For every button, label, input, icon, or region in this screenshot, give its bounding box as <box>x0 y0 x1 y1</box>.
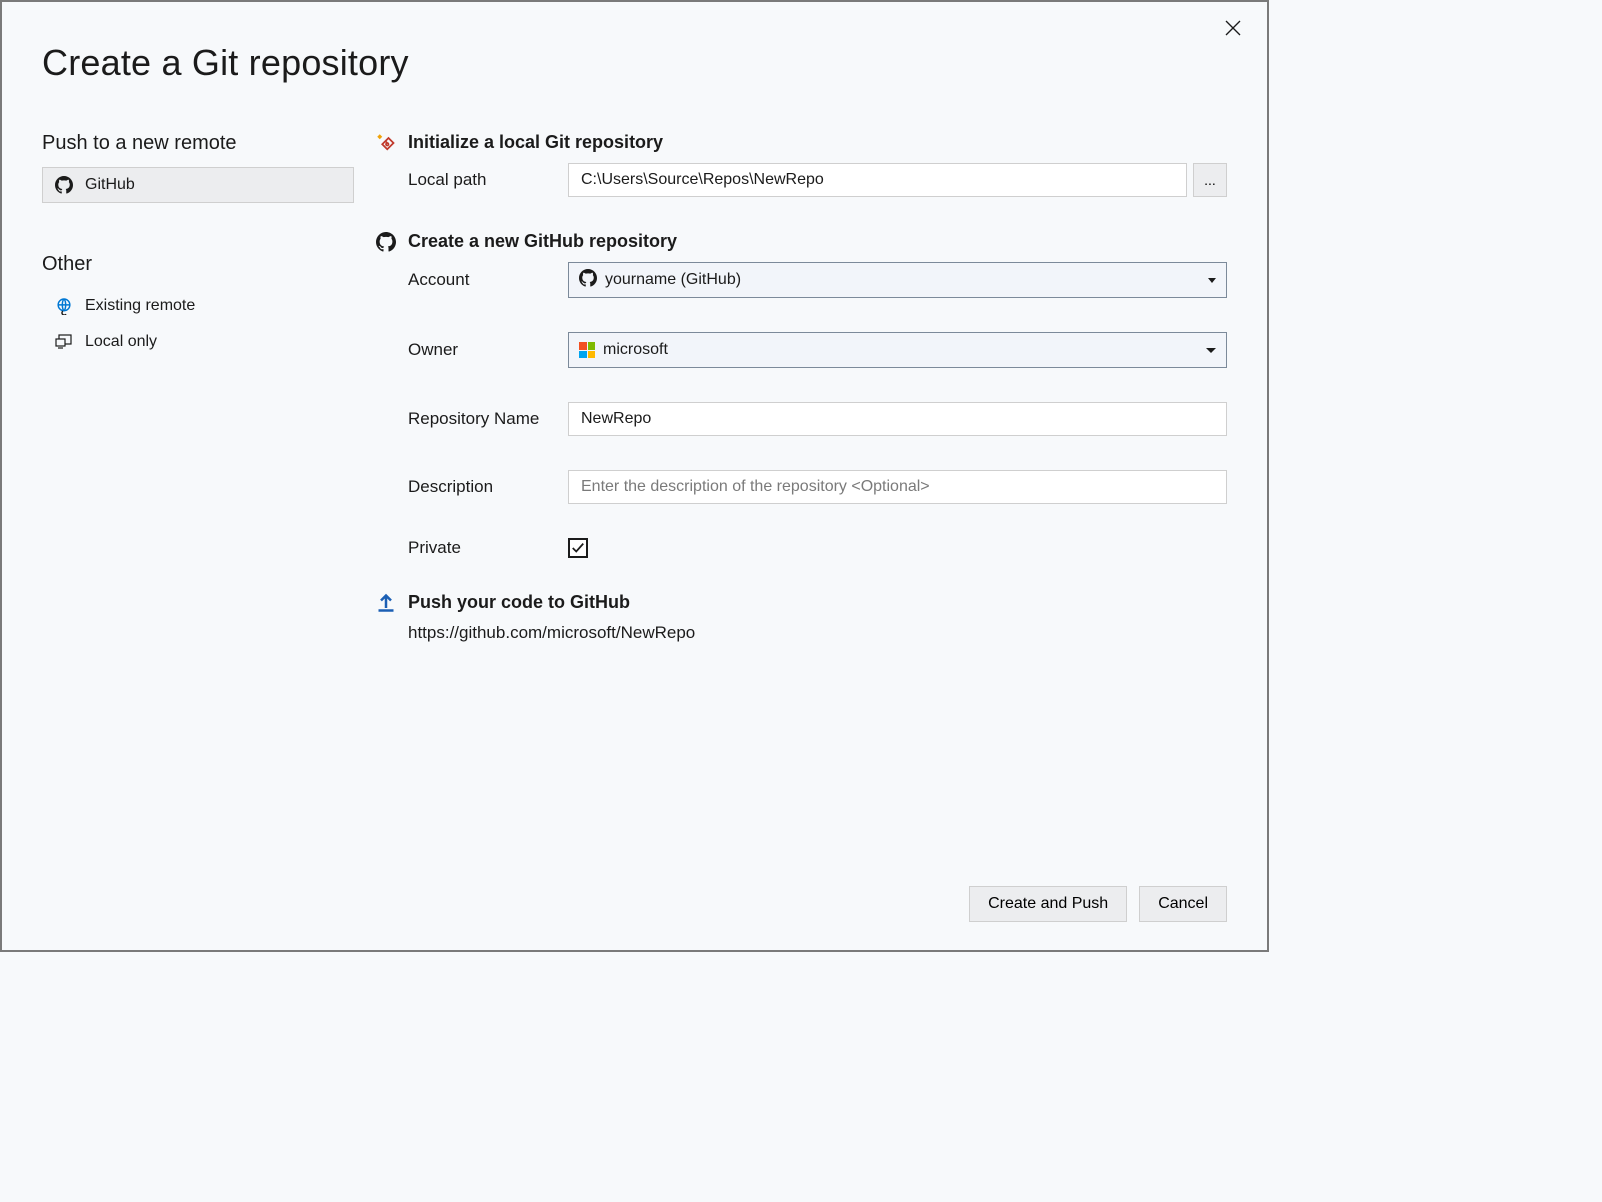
git-init-icon <box>374 133 398 153</box>
owner-dropdown[interactable]: microsoft <box>568 332 1227 368</box>
browse-button[interactable]: ... <box>1193 163 1227 197</box>
github-icon <box>53 176 75 194</box>
check-icon <box>571 541 585 555</box>
page-title: Create a Git repository <box>42 42 1267 84</box>
caret-down-icon <box>1206 341 1216 359</box>
main-panel: Initialize a local Git repository Local … <box>354 132 1267 643</box>
description-label: Description <box>408 477 568 497</box>
section-title: Create a new GitHub repository <box>408 231 677 252</box>
sidebar-heading-push: Push to a new remote <box>42 132 354 155</box>
sidebar-heading-other: Other <box>42 253 354 276</box>
close-icon <box>1225 20 1241 36</box>
section-push: Push your code to GitHub <box>374 592 1227 613</box>
upload-icon <box>374 593 398 613</box>
globe-link-icon <box>53 297 75 315</box>
account-label: Account <box>408 270 568 290</box>
close-button[interactable] <box>1225 20 1245 40</box>
description-input[interactable] <box>568 470 1227 504</box>
computer-icon <box>53 334 75 350</box>
repo-name-label: Repository Name <box>408 409 568 429</box>
sidebar-item-label: GitHub <box>85 176 135 194</box>
create-and-push-button[interactable]: Create and Push <box>969 886 1127 922</box>
github-icon <box>374 232 398 252</box>
local-path-input[interactable] <box>568 163 1187 197</box>
sidebar-item-local-only[interactable]: Local only <box>42 324 354 360</box>
section-create-github: Create a new GitHub repository <box>374 231 1227 252</box>
caret-down-icon <box>1208 271 1216 289</box>
section-title: Push your code to GitHub <box>408 592 630 613</box>
local-path-label: Local path <box>408 170 568 190</box>
owner-label: Owner <box>408 340 568 360</box>
private-label: Private <box>408 538 568 558</box>
sidebar-item-label: Local only <box>85 333 157 351</box>
account-value: yourname (GitHub) <box>605 271 741 289</box>
section-title: Initialize a local Git repository <box>408 132 663 153</box>
section-initialize: Initialize a local Git repository <box>374 132 1227 153</box>
owner-value: microsoft <box>603 341 668 359</box>
private-checkbox[interactable] <box>568 538 588 558</box>
github-icon <box>579 269 597 292</box>
dialog-footer: Create and Push Cancel <box>969 886 1227 922</box>
push-url: https://github.com/microsoft/NewRepo <box>408 623 1227 643</box>
repo-name-input[interactable] <box>568 402 1227 436</box>
cancel-button[interactable]: Cancel <box>1139 886 1227 922</box>
sidebar-item-existing-remote[interactable]: Existing remote <box>42 288 354 324</box>
sidebar-item-label: Existing remote <box>85 297 195 315</box>
sidebar-item-github[interactable]: GitHub <box>42 167 354 203</box>
microsoft-logo-icon <box>579 342 595 358</box>
account-dropdown[interactable]: yourname (GitHub) <box>568 262 1227 298</box>
sidebar: Push to a new remote GitHub Other Existi… <box>42 132 354 643</box>
